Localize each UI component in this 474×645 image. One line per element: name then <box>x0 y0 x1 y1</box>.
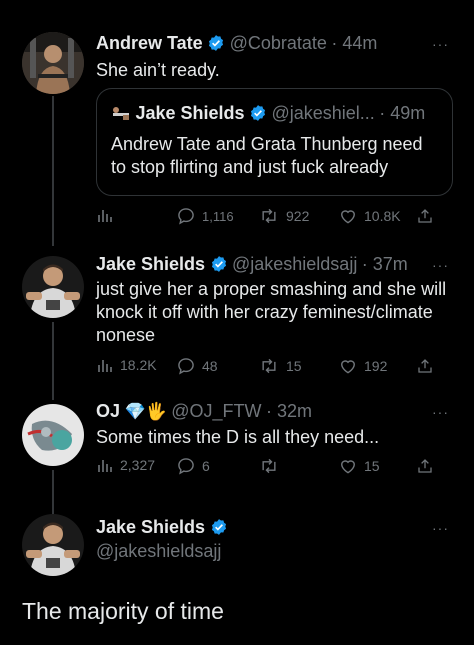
timestamp[interactable]: · 37m <box>362 254 408 274</box>
quote-text: Andrew Tate and Grata Thunberg need to s… <box>111 134 423 177</box>
tweet-text: The majority of time <box>22 598 224 624</box>
quote-author-name: Jake Shields <box>135 103 245 123</box>
timestamp[interactable]: · 32m <box>266 401 312 421</box>
verified-badge-icon <box>209 35 224 51</box>
tweet-text: Some times the D is all they need... <box>96 427 380 447</box>
tweet-header: Andrew Tate @Cobratate · 44m <box>96 33 377 54</box>
author-handle[interactable]: @Cobratate <box>230 33 327 53</box>
views-button[interactable]: 2,327 <box>96 456 155 474</box>
reply-button[interactable]: 48 <box>176 356 218 376</box>
author-handle[interactable]: @OJ_FTW <box>171 401 261 421</box>
more-options-icon[interactable]: ··· <box>432 257 449 273</box>
share-button[interactable] <box>416 456 434 476</box>
share-button[interactable] <box>416 206 434 226</box>
thread-line <box>52 322 54 400</box>
heart-icon <box>341 460 355 474</box>
more-options-icon[interactable]: ··· <box>432 404 449 420</box>
verified-badge-icon <box>250 105 266 121</box>
like-count: 192 <box>364 358 388 374</box>
like-count: 15 <box>364 458 380 474</box>
retweet-icon <box>262 208 276 224</box>
retweet-icon <box>262 358 276 374</box>
quote-author-handle: @jakeshiel... <box>271 103 375 123</box>
retweet-button[interactable]: 922 <box>258 206 309 226</box>
retweet-count: 15 <box>286 358 302 374</box>
avatar-image <box>22 32 84 94</box>
retweet-icon <box>262 458 276 474</box>
retweet-button[interactable]: 15 <box>258 356 302 376</box>
reply-icon <box>178 358 194 375</box>
author-name[interactable]: OJ <box>96 401 120 421</box>
author-emoji: 💎🖐 <box>124 402 167 421</box>
tweet-text: just give her a proper smashing and she … <box>96 279 447 345</box>
tweet-text: She ain’t ready. <box>96 60 220 80</box>
thread-line <box>52 470 54 514</box>
avatar-image <box>22 514 84 576</box>
tweet-header: Jake Shields <box>96 517 228 538</box>
heart-icon <box>341 210 355 224</box>
view-count: 2,327 <box>120 457 156 473</box>
quote-timestamp: · 49m <box>379 103 426 123</box>
tweet-header: Jake Shields @jakeshieldsajj · 37m <box>96 254 408 275</box>
analytics-icon <box>98 460 112 472</box>
share-button[interactable] <box>416 356 434 376</box>
analytics-icon <box>98 360 112 372</box>
avatar-image <box>22 256 84 318</box>
thread-line <box>52 96 54 246</box>
timestamp[interactable]: · 44m <box>331 33 377 53</box>
avatar[interactable] <box>22 32 84 94</box>
more-options-icon[interactable]: ··· <box>432 520 449 536</box>
views-button[interactable] <box>96 206 114 224</box>
reply-count: 48 <box>202 358 218 374</box>
like-button[interactable]: 192 <box>338 356 387 376</box>
heart-icon <box>341 360 355 374</box>
share-icon <box>418 359 432 373</box>
reply-count: 1,116 <box>202 208 234 224</box>
analytics-icon <box>98 210 112 222</box>
share-icon <box>418 209 432 223</box>
retweet-button[interactable] <box>258 456 286 476</box>
avatar[interactable] <box>22 514 84 576</box>
reply-count: 6 <box>202 458 210 474</box>
reply-icon <box>178 208 194 225</box>
views-button[interactable]: 18.2K <box>96 356 157 374</box>
view-count: 18.2K <box>120 357 157 373</box>
author-name[interactable]: Andrew Tate <box>96 33 203 53</box>
verified-badge-icon <box>211 519 226 535</box>
author-name[interactable]: Jake Shields <box>96 254 205 274</box>
avatar-image <box>22 404 84 466</box>
quote-header: Jake Shields @jakeshiel... · 49m <box>111 103 425 124</box>
avatar[interactable] <box>22 404 84 466</box>
share-icon <box>418 459 432 473</box>
author-handle[interactable]: @jakeshieldsajj <box>96 541 221 562</box>
reply-icon <box>178 458 194 475</box>
author-handle[interactable]: @jakeshieldsajj <box>232 254 357 274</box>
mini-avatar-icon <box>113 107 129 120</box>
avatar[interactable] <box>22 256 84 318</box>
like-count: 10.8K <box>364 208 401 224</box>
quoted-tweet[interactable]: Jake Shields @jakeshiel... · 49m Andrew … <box>96 88 453 196</box>
reply-button[interactable]: 1,116 <box>176 206 234 226</box>
verified-badge-icon <box>211 256 226 272</box>
retweet-count: 922 <box>286 208 310 224</box>
tweet-header: OJ 💎🖐 @OJ_FTW · 32m <box>96 401 312 422</box>
more-options-icon[interactable]: ··· <box>432 36 449 52</box>
like-button[interactable]: 10.8K <box>338 206 401 226</box>
author-name[interactable]: Jake Shields <box>96 517 205 537</box>
like-button[interactable]: 15 <box>338 456 380 476</box>
reply-button[interactable]: 6 <box>176 456 210 476</box>
